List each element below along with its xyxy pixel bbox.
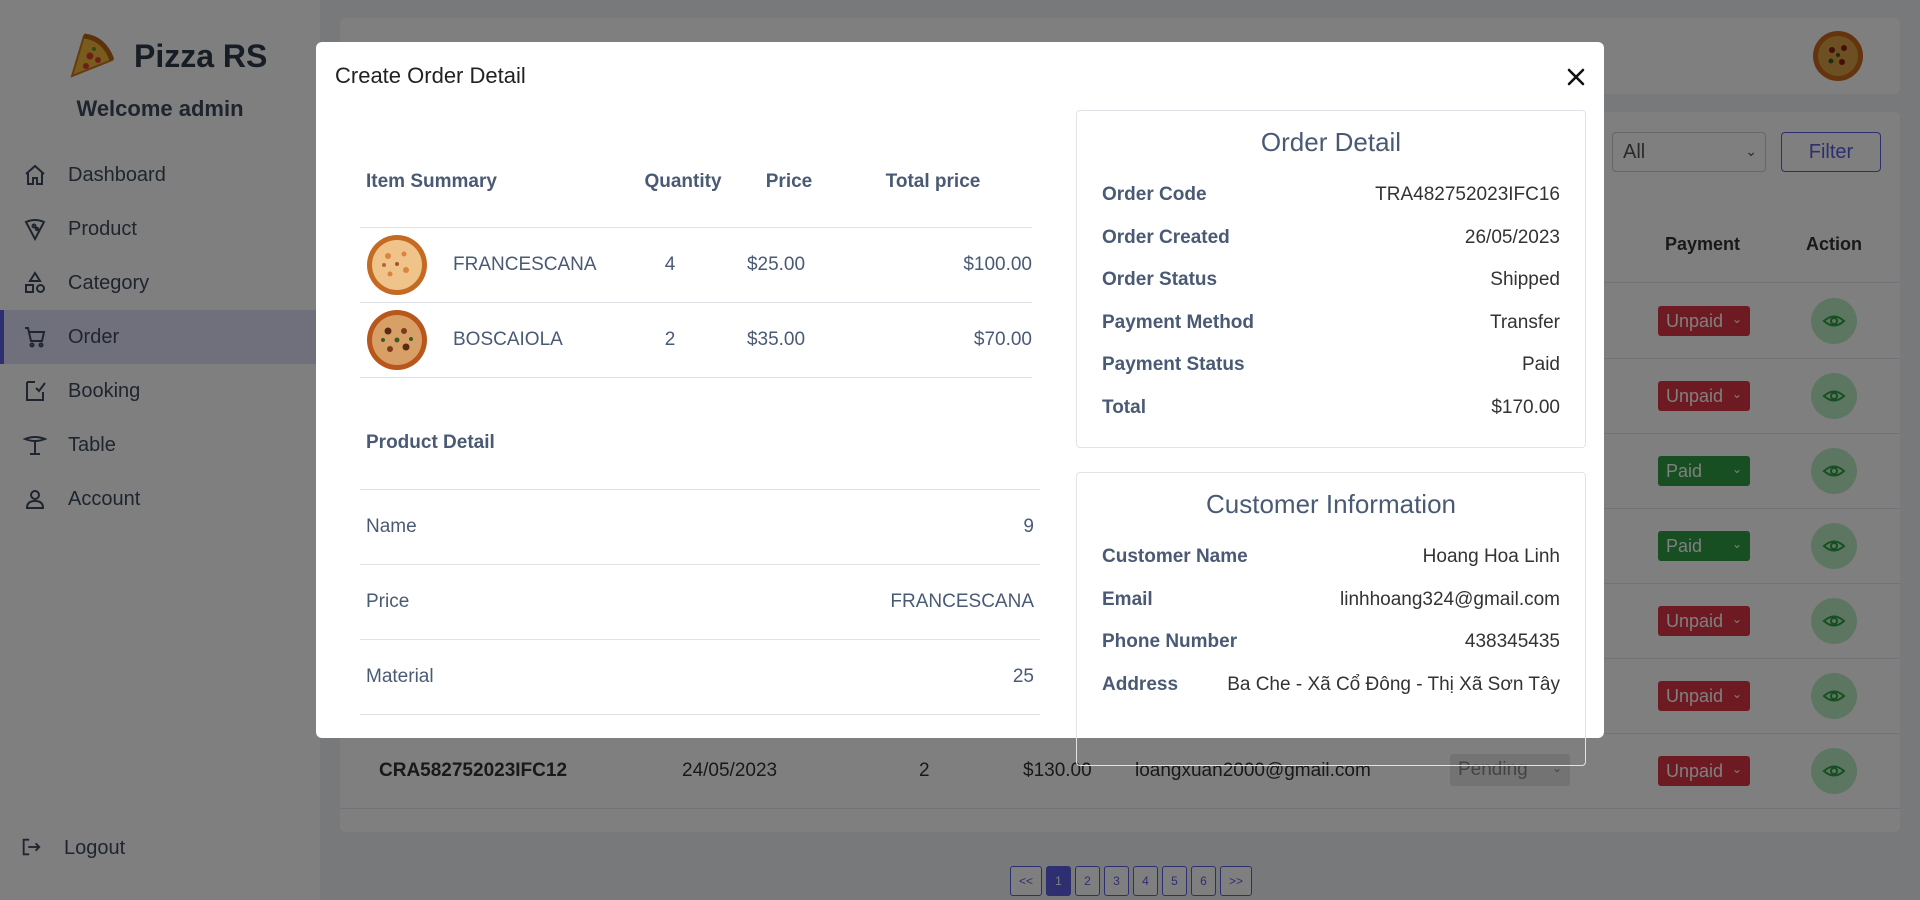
item-price: $25.00 [746, 254, 806, 275]
order-detail-title: Order Detail [1260, 127, 1402, 157]
item-name: BOSCAIOLA [453, 329, 563, 350]
order-detail-row: Order Status Shipped [1077, 259, 1585, 302]
customer-info-card: Customer Information Customer Name Hoang … [1076, 472, 1586, 766]
info-value: $170.00 [1491, 396, 1560, 418]
order-detail-row: Payment Method Transfer [1077, 302, 1585, 345]
order-detail-card: Order Detail Order Code TRA482752023IFC16… [1076, 110, 1586, 448]
product-detail-title: Product Detail [360, 396, 1040, 490]
order-detail-row: Total $170.00 [1077, 387, 1585, 430]
customer-info-row: Address Ba Che - Xã Cổ Đông - Thị Xã Sơn … [1077, 664, 1585, 707]
product-detail-row: Material 25 [360, 640, 1040, 715]
item-quantity: 2 [664, 329, 676, 350]
column-header-total-price: Total price [885, 170, 981, 192]
info-label: Customer Name [1102, 546, 1248, 568]
order-detail-row: Payment Status Paid [1077, 344, 1585, 387]
item-total: $70.00 [973, 329, 1032, 350]
item-quantity: 4 [664, 254, 676, 275]
product-image [366, 234, 428, 296]
info-label: Email [1102, 588, 1153, 610]
product-detail-section: Product Detail Name 9 Price FRANCESCANA … [360, 396, 1040, 715]
order-detail-modal: Create Order Detail Item Summary Quantit… [316, 42, 1604, 766]
column-header-item-summary: Item Summary [366, 170, 497, 192]
customer-info-row: Email linhhoang324@gmail.com [1077, 579, 1585, 622]
product-image [366, 309, 428, 371]
detail-label: Material [366, 666, 434, 687]
info-label: Payment Method [1102, 311, 1255, 333]
table-row[interactable]: FRANCESCANA 4 $25.00 $100.00 [360, 228, 1032, 303]
column-header-price: Price [765, 170, 813, 192]
item-summary-table: Item Summary Quantity Price Total price … [360, 136, 1032, 378]
item-name: FRANCESCANA [453, 254, 597, 275]
info-label: Order Status [1102, 269, 1218, 291]
order-detail-row: Order Code TRA482752023IFC16 [1077, 174, 1585, 217]
order-detail-row: Order Created 26/05/2023 [1077, 217, 1585, 260]
detail-label: Price [366, 591, 410, 612]
detail-value: FRANCESCANA [890, 591, 1034, 612]
info-label: Payment Status [1102, 354, 1245, 376]
info-value: Paid [1521, 354, 1560, 376]
customer-info-row: Customer Name Hoang Hoa Linh [1077, 536, 1585, 579]
detail-value: 25 [1012, 666, 1034, 687]
product-detail-row: Name 9 [360, 490, 1040, 565]
item-total: $100.00 [963, 254, 1032, 275]
info-value: Ba Che - Xã Cổ Đông - Thị Xã Sơn Tây [1227, 673, 1560, 695]
info-value: Hoang Hoa Linh [1422, 546, 1560, 568]
info-value: TRA482752023IFC16 [1375, 184, 1560, 206]
close-button[interactable] [1561, 62, 1591, 92]
column-header-quantity: Quantity [644, 170, 722, 192]
info-value: 438345435 [1464, 631, 1560, 653]
info-label: Order Code [1102, 184, 1207, 206]
info-value: Shipped [1490, 269, 1560, 291]
detail-label: Name [366, 516, 417, 537]
customer-info-row: Phone Number 438345435 [1077, 621, 1585, 664]
customer-info-title: Customer Information [1206, 489, 1456, 519]
close-icon [1566, 67, 1586, 87]
table-row[interactable]: BOSCAIOLA 2 $35.00 $70.00 [360, 303, 1032, 378]
info-label: Phone Number [1102, 631, 1238, 653]
table-header-row: Item Summary Quantity Price Total price [360, 136, 1032, 228]
info-value: Transfer [1489, 311, 1560, 333]
info-label: Order Created [1102, 226, 1230, 248]
info-value: linhhoang324@gmail.com [1340, 588, 1560, 610]
item-price: $35.00 [746, 329, 806, 350]
info-label: Total [1102, 396, 1146, 418]
info-label: Address [1102, 673, 1179, 695]
info-value: 26/05/2023 [1464, 226, 1560, 248]
detail-value: 9 [1023, 516, 1034, 537]
product-detail-row: Price FRANCESCANA [360, 565, 1040, 640]
modal-title: Create Order Detail [335, 63, 526, 88]
